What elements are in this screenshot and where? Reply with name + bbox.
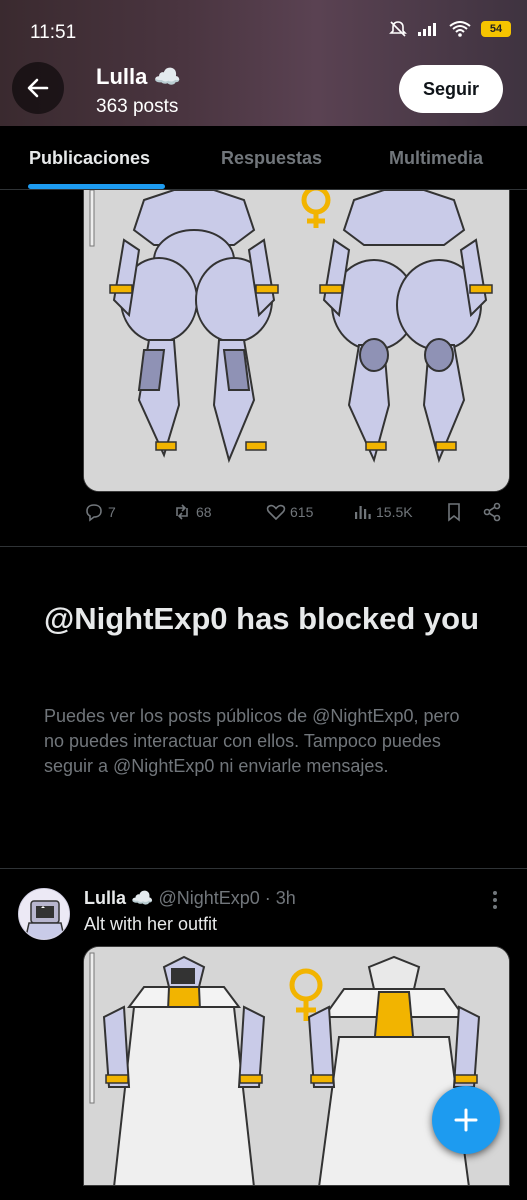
repost-button[interactable]: 68 [172,502,212,522]
posts-count: 363 posts [96,96,179,117]
post-media-image[interactable] [83,190,510,492]
wifi-icon [449,21,471,37]
tab-respuestas[interactable]: Respuestas [221,148,322,169]
blocked-title: @NightExp0 has blocked you [44,601,480,636]
status-icons: 54 [389,20,511,38]
share-button[interactable] [482,502,502,522]
status-time: 11:51 [30,22,77,43]
back-arrow-icon [27,78,49,98]
profile-header: Lulla ☁️ 363 posts Seguir [0,60,527,126]
bell-muted-icon [389,21,407,37]
post-time: · 3h [264,888,296,908]
follow-button[interactable]: Seguir [399,65,503,113]
more-icon[interactable] [492,890,498,910]
character-outfit-illustration [84,947,509,1185]
status-bar: 11:51 54 [0,0,527,60]
repost-icon [176,504,188,520]
like-count: 615 [290,504,314,520]
views-button[interactable]: 15.5K [352,502,413,522]
avatar-illustration [19,889,69,939]
back-button[interactable] [12,62,64,114]
views-count: 15.5K [376,504,413,520]
post-author-name[interactable]: Lulla ☁️ [84,888,153,908]
character-sheet-illustration [84,190,509,491]
profile-name: Lulla ☁️ [96,64,181,89]
share-icon [483,502,501,522]
reply-icon [86,504,102,522]
like-button[interactable]: 615 [266,502,313,522]
avatar[interactable] [18,888,70,940]
tab-publicaciones[interactable]: Publicaciones [29,148,150,169]
post-header: Lulla ☁️ @NightExp0 · 3h [84,888,296,909]
bookmark-button[interactable] [444,502,464,522]
compose-button[interactable] [432,1086,500,1154]
tab-multimedia[interactable]: Multimedia [389,148,483,169]
divider [0,546,527,547]
views-icon [355,506,371,519]
bookmark-icon [448,503,460,522]
profile-tabs: Publicaciones Respuestas Multimedia [0,126,527,190]
repost-count: 68 [196,504,212,520]
active-tab-indicator [28,184,165,189]
like-icon [266,504,286,521]
reply-button[interactable]: 7 [84,502,116,522]
battery-icon: 54 [481,21,511,37]
blocked-description: Puedes ver los posts públicos de @NightE… [44,706,460,776]
post-author-handle[interactable]: @NightExp0 [158,888,259,908]
post-text: Alt with her outfit [84,914,218,934]
reply-count: 7 [108,504,116,520]
compose-plus-icon [454,1108,478,1132]
post-actions: 7 68 615 15.5K [84,502,504,530]
post-media-image[interactable] [83,946,510,1186]
signal-icon [418,23,436,36]
divider [0,868,527,869]
